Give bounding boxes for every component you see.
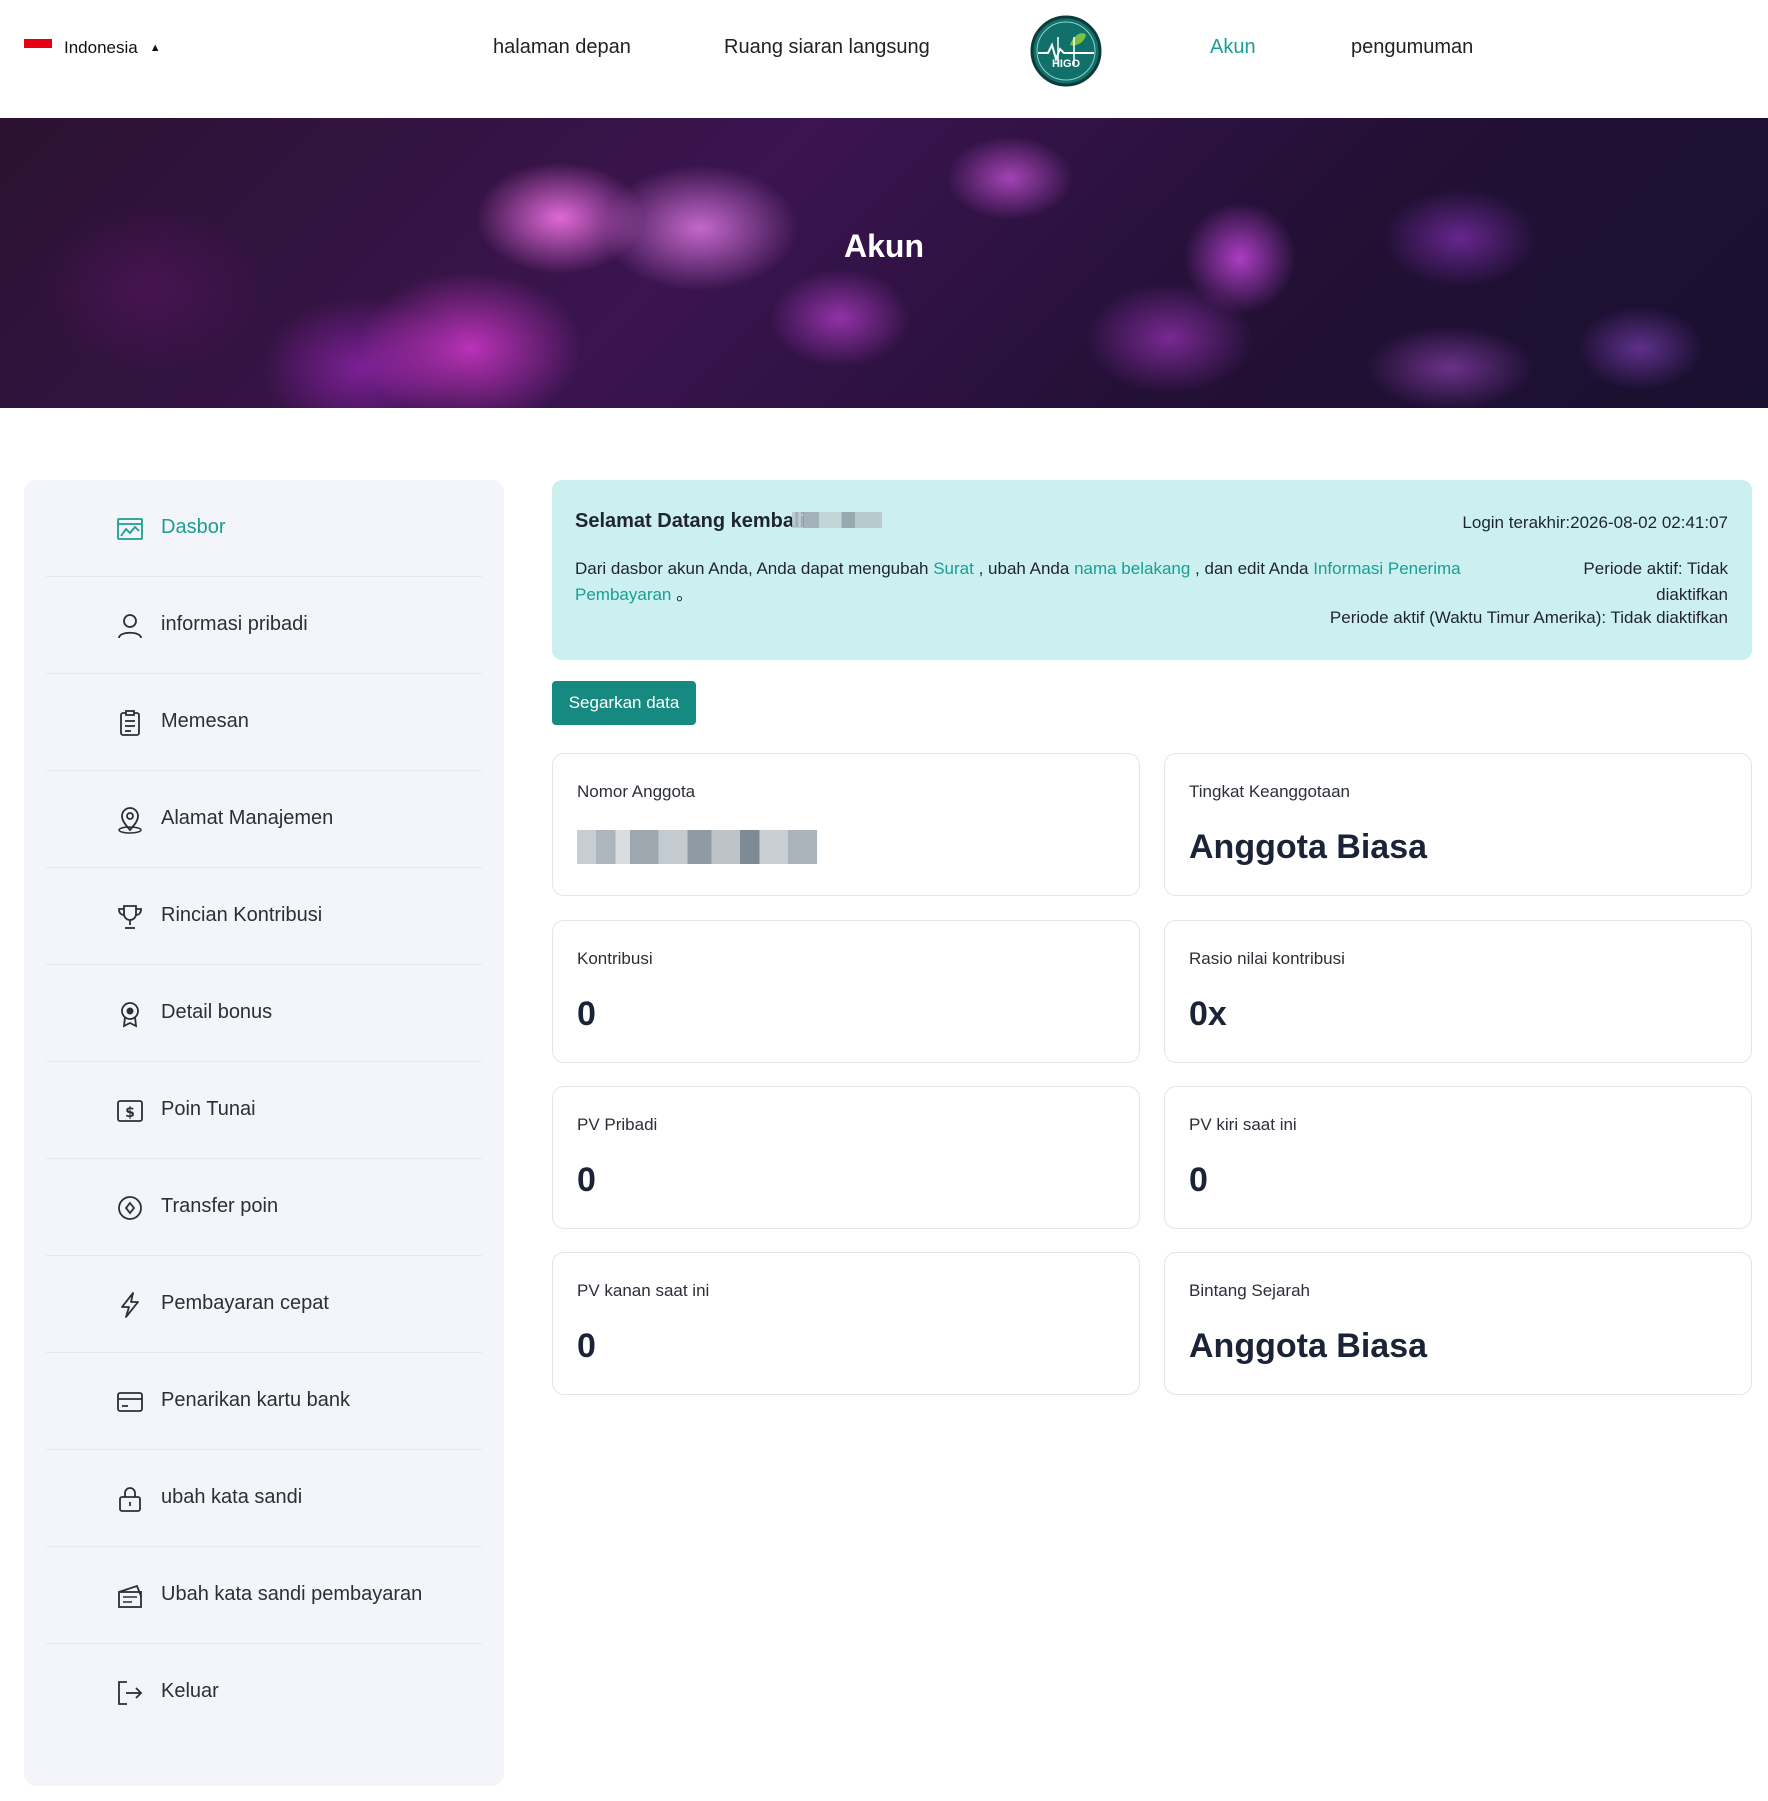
link-last-name[interactable]: nama belakang	[1074, 559, 1190, 578]
sidebar-item-transfer[interactable]: Transfer poin	[46, 1159, 482, 1256]
card-value: 0x	[1189, 995, 1227, 1033]
nav-announcement[interactable]: pengumuman	[1351, 36, 1473, 59]
sidebar-item-label: Detail bonus	[161, 1001, 273, 1023]
trophy-icon	[118, 905, 142, 929]
desc-text: Dari dasbor akun Anda, Anda dapat mengub…	[575, 559, 934, 578]
sidebar-item-label: informasi pribadi	[161, 613, 308, 635]
redacted-member-number	[577, 830, 817, 864]
sidebar-item-dashboard[interactable]: Dasbor	[46, 480, 482, 577]
dollar-icon: $	[117, 1100, 143, 1122]
sidebar-item-label: Memesan	[161, 710, 249, 732]
sidebar-item-label: Ubah kata sandi pembayaran	[161, 1583, 423, 1605]
clipboard-icon	[120, 710, 140, 736]
card-label: PV kanan saat ini	[577, 1281, 710, 1300]
sidebar-item-label: Alamat Manajemen	[161, 807, 334, 829]
card-left-pv: PV kiri saat ini 0	[1164, 1086, 1752, 1229]
card-value: 0	[577, 1161, 596, 1199]
logo-text: HIGO	[1052, 58, 1081, 70]
indonesia-flag-icon	[24, 39, 52, 57]
transfer-icon	[118, 1196, 142, 1220]
card-icon	[117, 1392, 143, 1412]
card-contribution-ratio: Rasio nilai kontribusi 0x	[1164, 920, 1752, 1063]
card-label: Bintang Sejarah	[1189, 1281, 1310, 1300]
sidebar-item-label: Dasbor	[161, 516, 226, 538]
sidebar-item-quick-pay[interactable]: Pembayaran cepat	[46, 1256, 482, 1353]
page-title: Akun	[844, 228, 924, 264]
card-label: PV Pribadi	[577, 1115, 658, 1134]
card-right-pv: PV kanan saat ini 0	[552, 1252, 1140, 1395]
lightning-icon	[121, 1292, 139, 1318]
card-value: 0	[577, 995, 596, 1033]
sidebar-item-address[interactable]: Alamat Manajemen	[46, 771, 482, 868]
sidebar-item-orders[interactable]: Memesan	[46, 674, 482, 771]
hero-banner: Akun	[0, 118, 1768, 408]
user-icon	[118, 614, 142, 639]
higo-logo[interactable]: HIGO	[1030, 15, 1102, 87]
desc-text: 。	[671, 585, 694, 604]
sidebar-item-label: Pembayaran cepat	[161, 1292, 329, 1314]
sidebar-item-bonus[interactable]: Detail bonus	[46, 965, 482, 1062]
welcome-panel: Selamat Datang kembali Login terakhir:20…	[552, 480, 1752, 660]
card-personal-pv: PV Pribadi 0	[552, 1086, 1140, 1229]
sidebar-item-personal-info[interactable]: informasi pribadi	[46, 577, 482, 674]
location-icon	[118, 807, 142, 834]
active-period-est: Periode aktif (Waktu Timur Amerika): Tid…	[1329, 608, 1728, 627]
card-value: 0	[1189, 1161, 1208, 1199]
top-header: Indonesia ▲ halaman depan Ruang siaran l…	[0, 0, 1768, 118]
card-label: Kontribusi	[577, 949, 653, 968]
sidebar-item-logout[interactable]: Keluar	[46, 1644, 482, 1741]
sidebar-item-label: Transfer poin	[161, 1195, 279, 1217]
last-login: Login terakhir:2026-08-02 02:41:07	[1462, 513, 1728, 532]
language-label: Indonesia	[64, 38, 138, 57]
redacted-username	[792, 512, 882, 528]
account-sidebar: Dasbor informasi pribadi Memesan Alamat …	[24, 480, 504, 1786]
desc-text: , ubah Anda	[973, 559, 1075, 578]
sidebar-item-contribution[interactable]: Rincian Kontribusi	[46, 868, 482, 965]
sidebar-item-label: Poin Tunai	[161, 1098, 256, 1120]
nav-home[interactable]: halaman depan	[493, 36, 631, 59]
link-address[interactable]: Surat	[933, 559, 974, 578]
card-label: PV kiri saat ini	[1189, 1115, 1297, 1134]
sidebar-item-change-password[interactable]: ubah kata sandi	[46, 1450, 482, 1547]
card-member-number: Nomor Anggota	[552, 753, 1140, 896]
sidebar-item-cash-points[interactable]: $ Poin Tunai	[46, 1062, 482, 1159]
card-membership-level: Tingkat Keanggotaan Anggota Biasa	[1164, 753, 1752, 896]
caret-up-icon: ▲	[149, 42, 161, 54]
lock-icon	[119, 1487, 141, 1512]
card-contribution: Kontribusi 0	[552, 920, 1140, 1063]
logout-icon	[118, 1681, 143, 1705]
payment-password-icon	[118, 1584, 142, 1608]
active-period: Periode aktif: Tidak diaktifkan	[1583, 559, 1728, 604]
svg-text:$: $	[125, 1105, 135, 1121]
award-icon	[121, 1002, 139, 1028]
card-label: Nomor Anggota	[577, 782, 696, 801]
welcome-description: Dari dasbor akun Anda, Anda dapat mengub…	[575, 556, 1495, 608]
card-label: Tingkat Keanggotaan	[1189, 782, 1350, 801]
card-history-star: Bintang Sejarah Anggota Biasa	[1164, 1252, 1752, 1395]
desc-text: , dan edit Anda	[1190, 559, 1314, 578]
card-value: Anggota Biasa	[1189, 1327, 1428, 1365]
card-label: Rasio nilai kontribusi	[1189, 949, 1345, 968]
nav-live-room[interactable]: Ruang siaran langsung	[724, 36, 930, 59]
welcome-title: Selamat Datang kembali	[575, 510, 806, 532]
nav-account[interactable]: Akun	[1210, 36, 1256, 59]
dashboard-icon	[117, 518, 143, 540]
card-value: Anggota Biasa	[1189, 828, 1428, 866]
language-selector[interactable]: Indonesia ▲	[24, 38, 161, 58]
sidebar-item-label: Rincian Kontribusi	[161, 904, 323, 926]
sidebar-item-label: Penarikan kartu bank	[161, 1389, 351, 1411]
sidebar-item-label: ubah kata sandi	[161, 1486, 303, 1508]
sidebar-item-payment-password[interactable]: Ubah kata sandi pembayaran	[46, 1547, 482, 1644]
card-value: 0	[577, 1327, 596, 1365]
refresh-data-button[interactable]: Segarkan data	[552, 681, 696, 725]
sidebar-item-bank-withdraw[interactable]: Penarikan kartu bank	[46, 1353, 482, 1450]
sidebar-item-label: Keluar	[161, 1680, 219, 1702]
